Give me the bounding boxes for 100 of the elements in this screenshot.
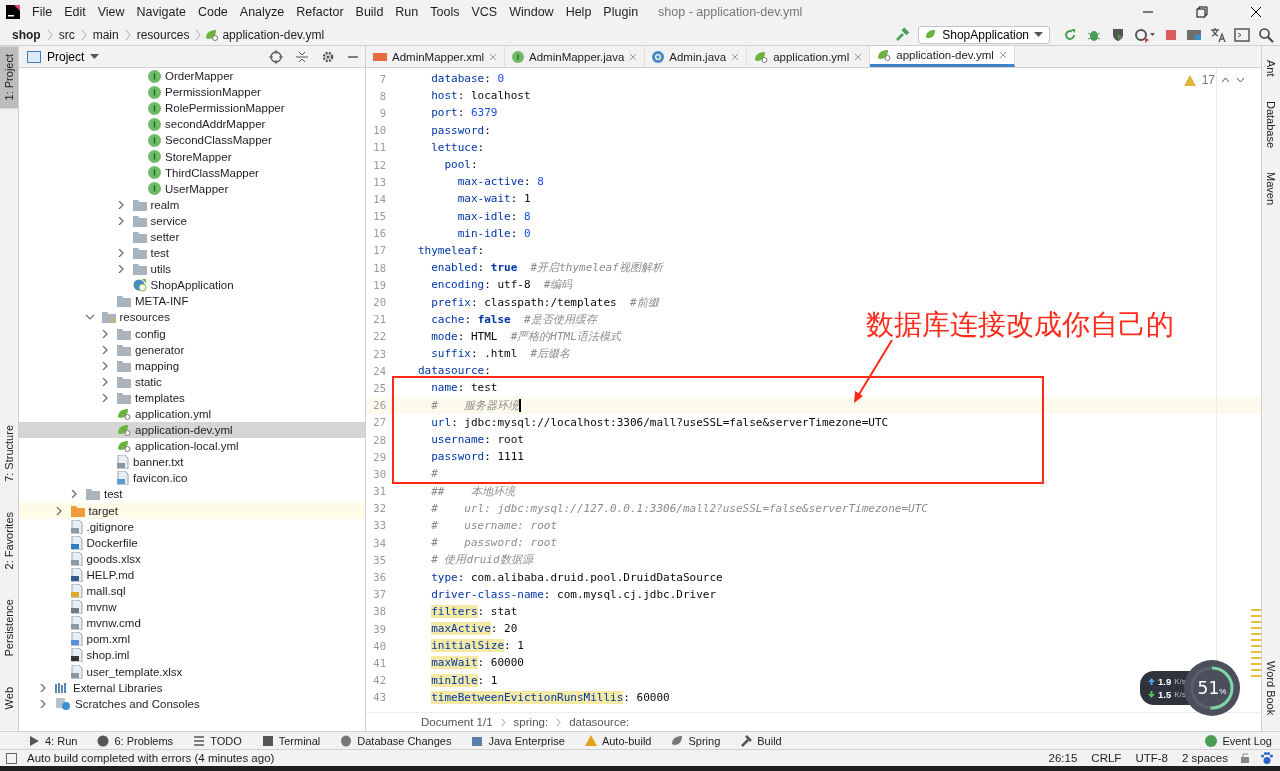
tool-window-tab[interactable]: 7: Structure — [0, 416, 18, 490]
tool-window-tab[interactable]: Database — [1262, 92, 1280, 156]
tree-item[interactable]: shop.iml — [19, 647, 365, 664]
editor-tab[interactable]: application-dev.yml — [870, 46, 1015, 67]
editor-tab[interactable]: AdminMapper.java — [505, 46, 646, 67]
menu-item[interactable]: File — [26, 5, 59, 19]
menu-item[interactable]: Run — [389, 5, 425, 19]
profiler-icon[interactable] — [1134, 26, 1156, 43]
line-separator[interactable]: CRLF — [1089, 752, 1124, 764]
tool-window-button[interactable]: Database Changes — [332, 734, 460, 747]
tree-item[interactable]: goods.xlsx — [19, 550, 365, 567]
tree-item[interactable]: resources — [19, 309, 365, 326]
menu-item[interactable]: Build — [349, 5, 390, 19]
collapse-icon[interactable] — [295, 49, 309, 64]
tree-item[interactable]: PermissionMapper — [19, 84, 365, 101]
cursor-position[interactable]: 26:15 — [1046, 752, 1080, 764]
breadcrumb-item[interactable]: shop — [8, 27, 45, 42]
tree-item[interactable]: META-INF — [19, 293, 365, 310]
up-icon[interactable] — [1221, 77, 1230, 83]
tool-window-button[interactable]: 6: Problems — [89, 734, 182, 747]
editor-tab[interactable]: Admin.java — [645, 46, 748, 67]
tree-item[interactable]: config — [19, 325, 365, 342]
hammer-icon[interactable] — [894, 26, 911, 43]
tool-window-tab[interactable]: Persistence — [0, 591, 18, 665]
breadcrumb-item[interactable]: main — [88, 27, 123, 42]
menu-item[interactable]: Analyze — [233, 5, 291, 19]
tree-item[interactable]: Scratches and Consoles — [19, 695, 365, 712]
menu-item[interactable]: Window — [503, 5, 560, 19]
close-icon[interactable] — [1250, 6, 1262, 18]
tree-item[interactable]: test — [19, 245, 365, 262]
menu-item[interactable]: Plugin — [597, 5, 645, 19]
warning-count[interactable]: 17 — [1201, 73, 1215, 87]
search-icon[interactable] — [1258, 26, 1274, 43]
run-config-dropdown[interactable]: ShopApplication — [918, 25, 1050, 44]
tree-item[interactable]: mvnw.cmd — [19, 615, 365, 632]
file-encoding[interactable]: UTF-8 — [1133, 752, 1170, 764]
tree-item[interactable]: mall.sql — [19, 583, 365, 600]
tree-item[interactable]: UserMapper — [19, 180, 365, 197]
menu-item[interactable]: Refactor — [290, 5, 350, 19]
tree-item[interactable]: secondAddrMapper — [19, 116, 365, 133]
breadcrumb-item[interactable]: datasource: — [569, 716, 630, 728]
tree-item[interactable]: setter — [19, 228, 365, 246]
project-view-dropdown[interactable]: Project — [19, 49, 108, 64]
tree-item[interactable]: realm — [19, 196, 365, 213]
tool-window-button[interactable]: 4: Run — [20, 734, 86, 747]
tree-item[interactable]: generator — [19, 341, 365, 358]
breadcrumb-item[interactable]: Document 1/1 — [421, 716, 493, 728]
tool-window-button[interactable]: Java Enterprise — [463, 734, 573, 747]
tree-item[interactable]: favicon.ico — [19, 470, 365, 487]
paw-icon[interactable] — [1260, 751, 1274, 765]
editor-tab[interactable]: AdminMapper.xml — [366, 46, 506, 67]
tool-window-tab[interactable]: Web — [0, 678, 18, 717]
menu-item[interactable]: Edit — [58, 5, 92, 19]
tree-item[interactable]: application.yml — [19, 405, 365, 423]
tool-window-tab[interactable]: 2: Favorites — [0, 503, 18, 578]
tree-item[interactable]: pom.xml — [19, 631, 365, 648]
tool-window-button[interactable]: Terminal — [253, 734, 329, 747]
tree-item[interactable]: .gitignore — [19, 518, 365, 535]
tool-window-button[interactable]: Spring — [663, 734, 729, 747]
tree-item[interactable]: application-local.yml — [19, 438, 365, 455]
menu-item[interactable]: Tools — [424, 5, 466, 19]
tree-item[interactable]: OrderMapper — [19, 68, 365, 85]
tree-item[interactable]: RolePermissionMapper — [19, 100, 365, 117]
panel-toggle-icon[interactable] — [6, 752, 17, 764]
tree-item[interactable]: Dockerfile — [19, 534, 365, 551]
tree-item[interactable]: ThirdClassMapper — [19, 164, 365, 181]
menu-item[interactable]: Navigate — [130, 5, 192, 19]
breadcrumb-item[interactable]: resources — [132, 27, 194, 42]
tree-item[interactable]: user_template.xlsx — [19, 663, 365, 680]
tool-window-button[interactable]: Auto-build — [576, 734, 660, 747]
tool-window-button[interactable]: TODO — [185, 734, 250, 747]
breadcrumb-item[interactable]: application-dev.yml — [218, 27, 329, 42]
tree-item[interactable]: SecondClassMapper — [19, 132, 365, 149]
tool-window-tab[interactable]: Ant — [1262, 52, 1280, 85]
menu-item[interactable]: Code — [191, 5, 234, 19]
translate-icon[interactable] — [1210, 26, 1226, 43]
tree-item[interactable]: templates — [19, 389, 365, 406]
rerun-icon[interactable] — [1062, 26, 1078, 43]
terminal-icon[interactable] — [1234, 26, 1250, 43]
tool-window-button[interactable]: Build — [732, 734, 790, 747]
indent-setting[interactable]: 2 spaces — [1179, 752, 1230, 764]
tool-window-tab[interactable]: Maven — [1262, 163, 1280, 213]
tree-item[interactable]: banner.txt — [19, 454, 365, 471]
breadcrumb-item[interactable]: src — [54, 27, 79, 42]
tool-window-tab[interactable]: Word Book — [1262, 652, 1280, 723]
tree-item[interactable]: mapping — [19, 357, 365, 374]
tree-item[interactable]: test — [19, 486, 365, 503]
settings-icon[interactable] — [321, 49, 335, 64]
tree-item[interactable]: service — [19, 212, 365, 229]
event-log-button[interactable]: Event Log — [1197, 734, 1280, 747]
tree-item[interactable]: utils — [19, 261, 365, 278]
shield-icon[interactable] — [1110, 26, 1126, 43]
menu-item[interactable]: View — [91, 5, 131, 19]
tree-item[interactable]: HELP.md — [19, 566, 365, 583]
tree-item[interactable]: mvnw — [19, 599, 365, 616]
breadcrumb-item[interactable]: spring: — [513, 716, 549, 728]
down-icon[interactable] — [1236, 77, 1245, 83]
tool-window-tab[interactable]: 1: Project — [0, 46, 18, 109]
restore-icon[interactable] — [1196, 6, 1208, 18]
stop-icon[interactable] — [1164, 27, 1178, 42]
